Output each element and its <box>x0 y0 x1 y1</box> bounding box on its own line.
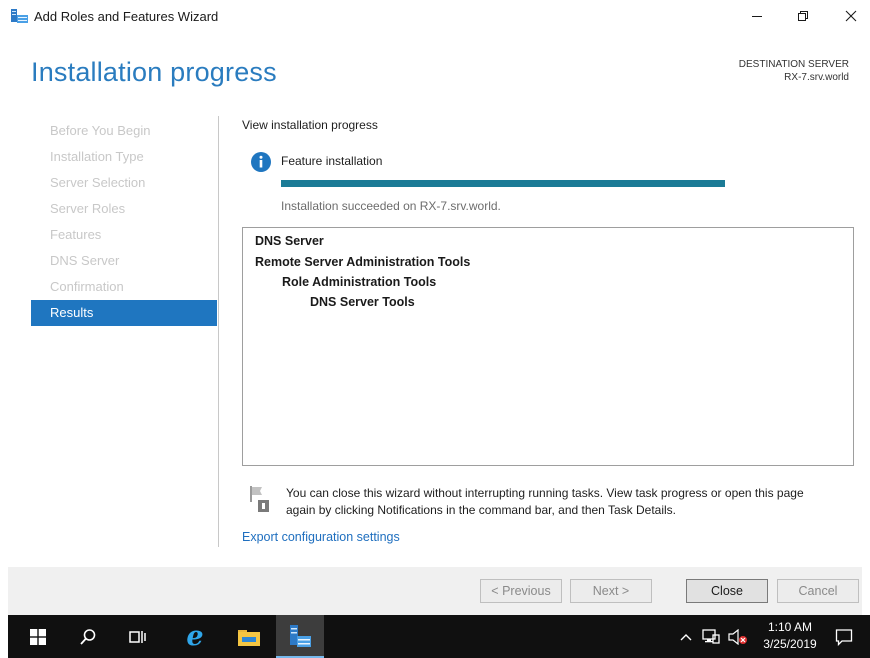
progress-fill <box>281 180 725 187</box>
cancel-button[interactable]: Cancel <box>777 579 859 603</box>
nav-item-confirmation: Confirmation <box>50 279 124 294</box>
close-wizard-notice: You can close this wizard without interr… <box>286 485 856 519</box>
wizard-step-nav: Before You Begin Installation Type Serve… <box>31 118 217 326</box>
restore-icon <box>798 11 808 21</box>
task-view-button[interactable] <box>114 615 162 658</box>
chevron-up-icon <box>680 633 692 640</box>
show-hidden-icons-button[interactable] <box>679 615 693 658</box>
result-item: DNS Server Tools <box>310 295 415 309</box>
close-icon <box>845 10 857 22</box>
restore-button[interactable] <box>780 0 826 32</box>
start-button[interactable] <box>14 615 62 658</box>
nav-item-server-selection: Server Selection <box>50 175 146 190</box>
result-item: DNS Server <box>255 234 324 248</box>
next-button[interactable]: Next > <box>570 579 652 603</box>
clock-time: 1:10 AM <box>767 620 813 634</box>
feature-installation-label: Feature installation <box>281 154 383 168</box>
info-icon <box>251 152 271 172</box>
page-title: Installation progress <box>31 57 277 87</box>
wizard-header: Installation progress DESTINATION SERVER… <box>8 32 862 112</box>
task-view-icon <box>129 630 146 643</box>
export-configuration-link[interactable]: Export configuration settings <box>242 530 400 544</box>
destination-label: DESTINATION SERVER <box>738 59 849 70</box>
server-manager-taskbar-button[interactable] <box>276 615 324 658</box>
internet-explorer-button[interactable]: e <box>171 615 219 658</box>
result-item: Remote Server Administration Tools <box>255 255 471 269</box>
wizard-content: Before You Begin Installation Type Serve… <box>8 112 862 567</box>
nav-item-dns-server: DNS Server <box>50 253 120 268</box>
notification-flag-icon <box>250 486 269 512</box>
main-panel: View installation progress Feature insta… <box>242 112 856 562</box>
network-icon <box>702 628 720 644</box>
network-tray-button[interactable] <box>702 615 720 658</box>
server-manager-icon <box>290 624 311 647</box>
search-button[interactable] <box>64 615 112 658</box>
clock-date: 3/25/2019 <box>763 637 817 651</box>
view-progress-label: View installation progress <box>242 118 378 132</box>
taskbar-clock[interactable]: 1:10 AM 3/25/2019 <box>757 619 823 653</box>
nav-item-features: Features <box>50 227 102 242</box>
file-explorer-button[interactable] <box>225 615 273 658</box>
minimize-icon <box>752 16 762 17</box>
previous-button[interactable]: < Previous <box>480 579 562 603</box>
nav-item-before-you-begin: Before You Begin <box>50 123 151 138</box>
result-item: Role Administration Tools <box>282 275 437 289</box>
file-explorer-icon <box>238 629 260 646</box>
taskbar: e 1:10 AM 3/25/2019 <box>8 615 870 658</box>
notice-line-2: again by clicking Notifications in the c… <box>286 503 676 517</box>
nav-item-installation-type: Installation Type <box>50 149 144 164</box>
volume-muted-icon <box>728 628 747 645</box>
wizard-footer: < Previous Next > Close Cancel <box>8 567 862 615</box>
window-title: Add Roles and Features Wizard <box>34 9 219 24</box>
results-list[interactable]: DNS Server Remote Server Administration … <box>242 227 854 466</box>
close-button[interactable]: Close <box>686 579 768 603</box>
search-icon <box>80 628 96 645</box>
destination-server-name: RX-7.srv.world <box>784 72 849 83</box>
installation-status: Installation succeeded on RX-7.srv.world… <box>281 199 501 213</box>
notification-icon <box>835 628 853 646</box>
installation-progress-bar <box>281 180 725 187</box>
windows-start-icon <box>30 628 46 645</box>
nav-item-server-roles: Server Roles <box>50 201 126 216</box>
server-manager-icon <box>11 9 28 23</box>
minimize-button[interactable] <box>734 0 780 32</box>
action-center-button[interactable] <box>835 615 853 658</box>
nav-divider <box>218 116 219 547</box>
volume-tray-button[interactable] <box>728 615 748 658</box>
close-window-button[interactable] <box>828 0 870 32</box>
destination-server-info: DESTINATION SERVER RX-7.srv.world <box>739 58 849 84</box>
notice-line-1: You can close this wizard without interr… <box>286 486 804 500</box>
internet-explorer-icon: e <box>186 621 204 652</box>
title-bar: Add Roles and Features Wizard <box>0 0 870 32</box>
nav-item-results[interactable]: Results <box>31 300 217 326</box>
